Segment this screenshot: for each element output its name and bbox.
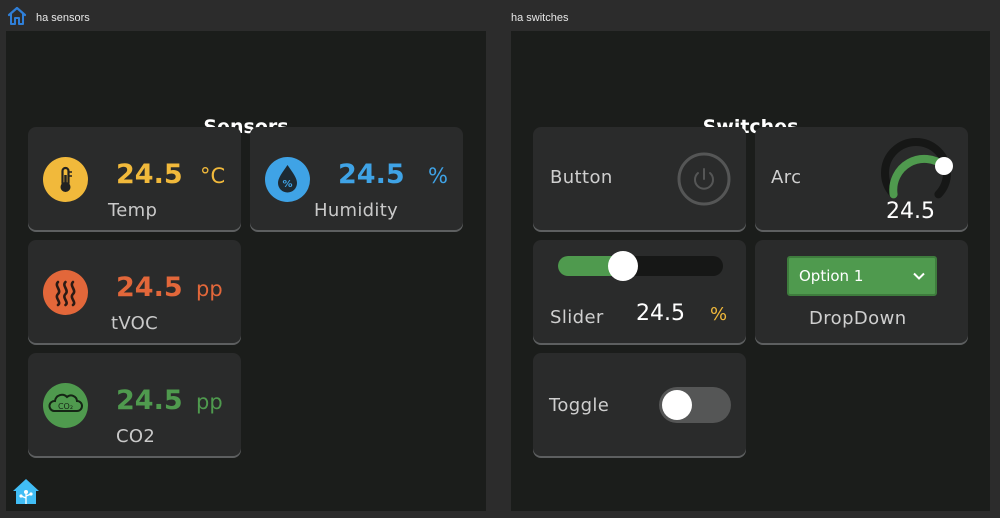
svg-text:%: % xyxy=(282,179,292,190)
toggle-switch[interactable] xyxy=(659,387,731,423)
sensors-panel: Sensors 24.5 °C Temp % 24.5 % Humidity 2… xyxy=(6,31,486,511)
toggle-label: Toggle xyxy=(549,395,610,416)
humidity-card: % 24.5 % Humidity xyxy=(250,127,463,230)
switches-window-title: ha switches xyxy=(511,12,569,24)
temp-unit: °C xyxy=(200,164,226,188)
co2-unit: pp xyxy=(196,390,223,414)
arc-value: 24.5 xyxy=(886,199,935,224)
heat-waves-icon xyxy=(43,270,88,315)
dropdown-selected: Option 1 xyxy=(799,267,864,285)
dropdown-select[interactable]: Option 1 xyxy=(787,256,937,296)
tvoc-unit: pp xyxy=(196,277,223,301)
tvoc-label: tVOC xyxy=(111,313,158,334)
co2-cloud-icon: CO₂ xyxy=(43,383,88,428)
arc-card: Arc 24.5 xyxy=(755,127,968,230)
arc-knob xyxy=(935,157,953,175)
temp-value: 24.5 xyxy=(116,159,183,190)
home-assistant-logo-icon xyxy=(13,479,39,504)
arc-control[interactable] xyxy=(871,133,961,209)
button-label: Button xyxy=(550,167,613,188)
co2-card: CO₂ 24.5 pp CO2 xyxy=(28,353,241,456)
toggle-card: Toggle xyxy=(533,353,746,456)
thermometer-icon xyxy=(43,157,88,202)
co2-icon-text: CO₂ xyxy=(58,402,73,411)
co2-label: CO2 xyxy=(116,426,156,447)
slider-knob[interactable] xyxy=(608,251,638,281)
temp-label: Temp xyxy=(108,200,158,221)
tvoc-value: 24.5 xyxy=(116,272,183,303)
humidity-unit: % xyxy=(428,164,448,188)
water-percent-icon: % xyxy=(265,157,310,202)
slider-track[interactable] xyxy=(558,251,723,281)
tvoc-card: 24.5 pp tVOC xyxy=(28,240,241,343)
power-button[interactable] xyxy=(677,152,731,206)
co2-value: 24.5 xyxy=(116,385,183,416)
arc-label: Arc xyxy=(771,167,802,188)
slider-card: Slider 24.5 % xyxy=(533,240,746,343)
humidity-value: 24.5 xyxy=(338,159,405,190)
dropdown-label: DropDown xyxy=(809,308,907,329)
toggle-knob xyxy=(662,390,692,420)
humidity-label: Humidity xyxy=(314,200,399,221)
slider-label: Slider xyxy=(550,307,604,328)
slider-value: 24.5 xyxy=(636,301,685,326)
switches-panel: Switches Button Arc 24.5 Slider 24.5 % O… xyxy=(511,31,990,511)
home-icon[interactable] xyxy=(6,5,28,27)
dropdown-card: Option 1 DropDown xyxy=(755,240,968,343)
sensors-window-title: ha sensors xyxy=(36,12,90,24)
chevron-down-icon xyxy=(913,272,925,280)
slider-unit: % xyxy=(710,304,728,325)
temp-card: 24.5 °C Temp xyxy=(28,127,241,230)
button-card: Button xyxy=(533,127,746,230)
